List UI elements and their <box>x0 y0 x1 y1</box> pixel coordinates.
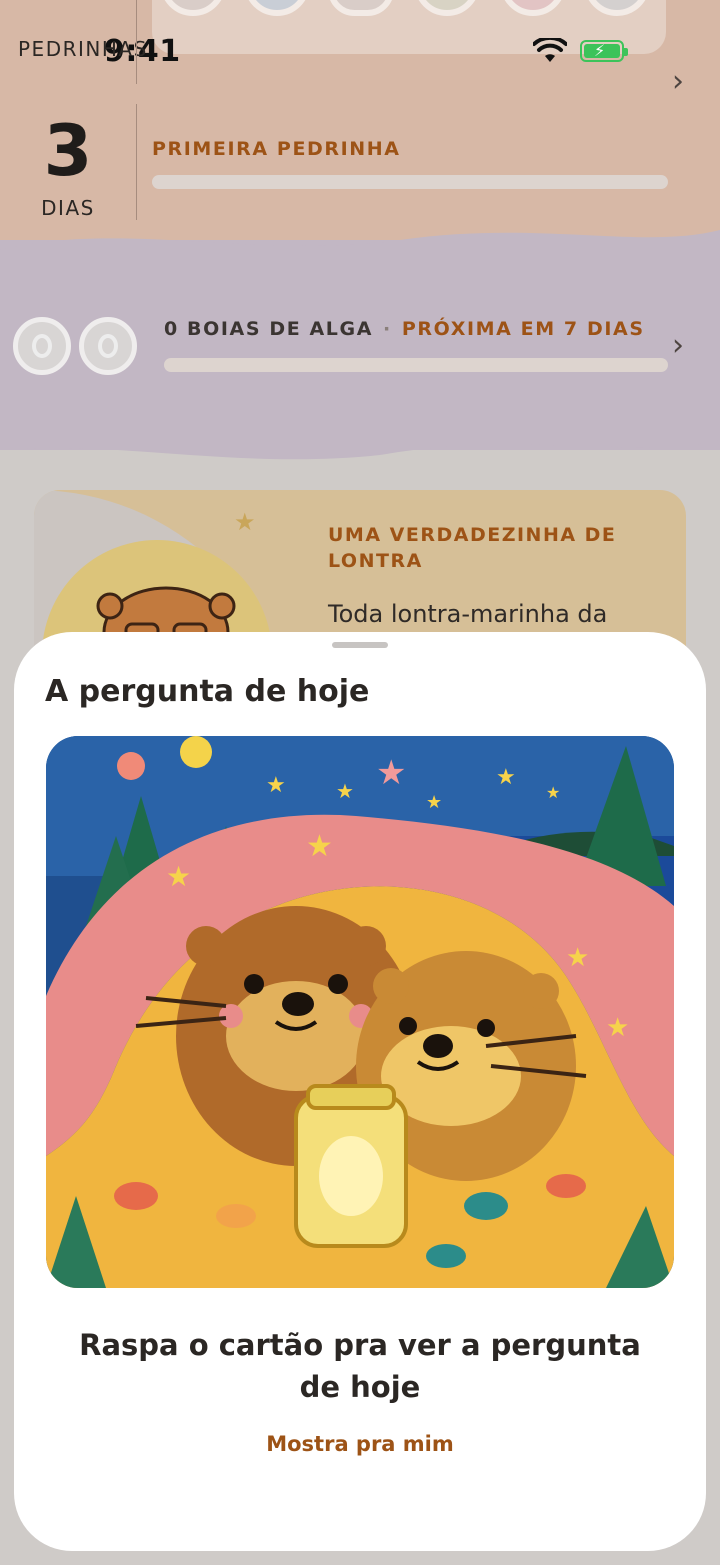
svg-text:★: ★ <box>566 943 589 973</box>
boias-next: PRÓXIMA EM 7 DIAS <box>401 318 645 340</box>
wave-divider-bottom <box>0 430 720 460</box>
otters-illustration: ★ ★ ★ ★ ★ ★ ★ ★ ★ ★ <box>46 736 674 1288</box>
seaweed-ring-icon <box>79 317 137 375</box>
svg-text:★: ★ <box>166 860 191 893</box>
show-me-link[interactable]: Mostra pra mim <box>14 1432 706 1456</box>
svg-text:★: ★ <box>306 829 333 864</box>
svg-text:★: ★ <box>336 779 354 803</box>
divider <box>136 104 137 220</box>
svg-text:★: ★ <box>426 792 442 813</box>
fact-text: Toda lontra-marinha da <box>328 600 608 628</box>
scratch-card[interactable]: ★ ★ ★ ★ ★ ★ ★ ★ ★ ★ <box>46 736 674 1288</box>
separator: · <box>383 318 392 340</box>
boias-progress-bar <box>164 358 668 372</box>
divider <box>136 0 137 84</box>
chevron-right-icon[interactable]: › <box>672 328 684 363</box>
boias-count: 0 BOIAS DE ALGA <box>164 318 374 340</box>
days-stat: 3 DIAS <box>0 116 136 220</box>
chevron-right-icon[interactable]: › <box>672 64 684 99</box>
seaweed-ring-icon <box>13 317 71 375</box>
svg-text:★: ★ <box>606 1013 629 1043</box>
days-label: DIAS <box>41 196 95 220</box>
scratch-prompt: Raspa o cartão pra ver a pergunta de hoj… <box>79 1328 641 1404</box>
fact-title: UMA VERDADEZINHA DE LONTRA <box>328 524 617 572</box>
battery-icon: ⚡ <box>580 40 628 62</box>
sheet-title: A pergunta de hoje <box>45 674 370 709</box>
goal-progress-bar <box>152 175 668 189</box>
pebbles-label: PEDRINHAS <box>18 37 148 61</box>
goal-label: PRIMEIRA PEDRINHA <box>152 138 401 160</box>
days-value: 3 <box>43 110 93 192</box>
wifi-icon <box>533 38 567 62</box>
daily-question-sheet[interactable]: A pergunta de hoje ★ ★ ★ ★ ★ ★ ★ ★ ★ ★ R… <box>14 632 706 1551</box>
boias-status[interactable]: 0 BOIAS DE ALGA · PRÓXIMA EM 7 DIAS <box>164 318 645 340</box>
wave-divider-top <box>0 230 720 260</box>
pebbles-stat: PEDRINHAS <box>0 34 148 64</box>
svg-text:★: ★ <box>266 773 286 798</box>
svg-text:★: ★ <box>496 765 516 790</box>
sheet-grabber[interactable] <box>332 642 388 648</box>
svg-text:★: ★ <box>376 753 406 793</box>
svg-text:★: ★ <box>546 783 560 802</box>
star-icon: ★ <box>234 508 256 536</box>
